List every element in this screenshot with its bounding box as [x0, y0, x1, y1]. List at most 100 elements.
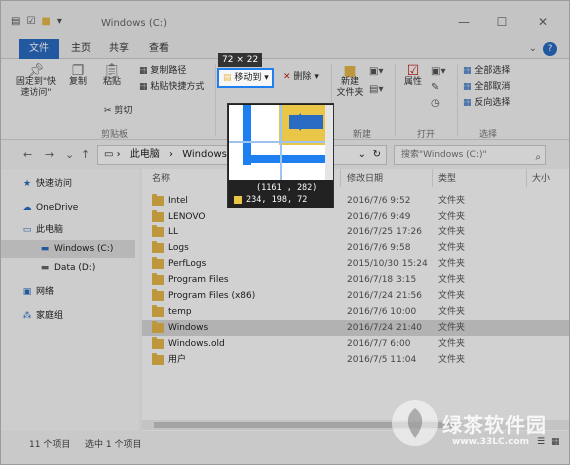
table-row[interactable]: Program Files 2016/7/18 3:15 文件夹: [142, 272, 569, 288]
help-icon[interactable]: ?: [543, 42, 557, 56]
move-to-button[interactable]: ▤ 移动到 ▾: [217, 68, 274, 88]
nav-quick-access[interactable]: ★ 快速访问: [21, 175, 72, 193]
column-header-type[interactable]: 类型: [438, 171, 456, 184]
minimize-button[interactable]: —: [449, 15, 479, 29]
table-row[interactable]: temp 2016/7/6 10:00 文件夹: [142, 304, 569, 320]
file-date: 2016/7/18 3:15: [347, 275, 417, 285]
table-row[interactable]: Windows 2016/7/24 21:40 文件夹: [142, 320, 569, 336]
invert-selection-button[interactable]: ▦ 反向选择: [463, 98, 510, 109]
recent-chevron-icon[interactable]: ⌄: [65, 148, 74, 161]
folder-icon: [152, 353, 164, 365]
file-type: 文件夹: [438, 339, 466, 349]
new-folder-button[interactable]: ■ 新建 文件夹: [335, 64, 365, 99]
nav-homegroup[interactable]: ⁂ 家庭组: [21, 307, 64, 325]
refresh-icon[interactable]: ↻: [373, 146, 381, 164]
folder-icon: [152, 321, 164, 333]
cut-button[interactable]: ✂ 剪切: [104, 106, 132, 117]
forward-arrow-icon[interactable]: →: [45, 148, 54, 161]
column-header-size[interactable]: 大小: [532, 171, 550, 184]
select-none-button[interactable]: ▦ 全部取消: [463, 82, 510, 93]
app-icon: ▤: [11, 16, 21, 27]
checkbox-icon[interactable]: ☑: [26, 16, 35, 27]
open-icon[interactable]: ▣▾: [431, 66, 445, 77]
folder-icon[interactable]: ■: [41, 16, 50, 27]
details-view-icon[interactable]: ☰: [537, 437, 545, 447]
column-separator[interactable]: [340, 169, 341, 187]
file-date: 2015/10/30 15:24: [347, 259, 428, 269]
nav-network[interactable]: ▣ 网络: [21, 283, 54, 301]
table-row[interactable]: LL 2016/7/25 17:26 文件夹: [142, 224, 569, 240]
up-arrow-icon[interactable]: ↑: [81, 148, 90, 161]
table-row[interactable]: Logs 2016/7/6 9:58 文件夹: [142, 240, 569, 256]
new-folder-label: 新建 文件夹: [336, 77, 364, 98]
tab-home[interactable]: 主页: [65, 39, 97, 59]
tab-view[interactable]: 查看: [143, 39, 175, 59]
network-icon: ▣: [22, 287, 32, 297]
chevron-down-icon: ▾: [264, 73, 269, 83]
nav-onedrive[interactable]: ☁ OneDrive: [21, 199, 79, 217]
table-row[interactable]: PerfLogs 2015/10/30 15:24 文件夹: [142, 256, 569, 272]
large-icons-view-icon[interactable]: ▦: [551, 437, 560, 447]
search-input[interactable]: 搜索"Windows (C:)" ⌕: [394, 145, 546, 165]
column-header-date[interactable]: 修改日期: [347, 171, 383, 184]
nav-data-d[interactable]: ▬ Data (D:): [39, 259, 96, 277]
tab-file[interactable]: 文件: [19, 39, 59, 59]
properties-label: 属性: [403, 77, 422, 87]
new-item-icon[interactable]: ▣▾: [369, 66, 383, 77]
computer-icon: ▭: [22, 225, 32, 235]
search-placeholder: 搜索"Windows (C:)": [401, 150, 487, 160]
select-all-button[interactable]: ▦ 全部选择: [463, 66, 510, 77]
file-list: 名称 修改日期 类型 大小 Intel 2016/7/6 9:52 文件夹 LENO…: [142, 169, 569, 431]
file-name: Program Files (x86): [168, 291, 256, 301]
nav-windows-c[interactable]: ▬ Windows (C:): [1, 240, 135, 258]
easy-access-icon[interactable]: ▤▾: [369, 84, 383, 95]
history-icon[interactable]: ◷: [431, 98, 440, 109]
paste-shortcut-label: 粘贴快捷方式: [150, 82, 205, 92]
file-type: 文件夹: [438, 291, 466, 301]
edit-icon[interactable]: ✎: [431, 82, 439, 93]
file-name: temp: [168, 307, 192, 317]
nav-label: 快速访问: [36, 179, 73, 189]
file-date: 2016/7/6 9:49: [347, 212, 411, 222]
file-date: 2016/7/6 9:52: [347, 196, 411, 206]
file-name: Intel: [168, 196, 188, 206]
divider: [215, 64, 216, 136]
column-header-name[interactable]: 名称: [152, 171, 170, 184]
properties-button[interactable]: ☑ 属性: [399, 64, 427, 88]
quick-access-toolbar: ▤ ☑ ■ ▾: [11, 16, 62, 27]
tab-share[interactable]: 共享: [103, 39, 135, 59]
table-row[interactable]: 用户 2016/7/5 11:04 文件夹: [142, 352, 569, 368]
pin-quick-access-button[interactable]: 📌︎ 固定到"快 速访问": [15, 64, 57, 99]
table-row[interactable]: Intel 2016/7/6 9:52 文件夹: [142, 193, 569, 209]
close-button[interactable]: ✕: [528, 15, 558, 29]
nav-label: OneDrive: [36, 203, 79, 213]
back-arrow-icon[interactable]: ←: [23, 148, 32, 161]
column-separator[interactable]: [526, 169, 527, 187]
scissors-icon: ✂: [104, 106, 112, 116]
select-none-icon: ▦: [463, 82, 472, 92]
file-name: 用户: [168, 355, 187, 365]
breadcrumb-this-pc[interactable]: 此电脑: [130, 149, 160, 160]
paste-button[interactable]: 📋︎ 粘贴: [99, 64, 125, 88]
search-icon[interactable]: ⌕: [535, 149, 541, 167]
delete-button[interactable]: ✕ 删除 ▾: [283, 72, 319, 83]
table-row[interactable]: LENOVO 2016/7/6 9:49 文件夹: [142, 209, 569, 225]
copy-path-button[interactable]: ▦ 复制路径: [139, 66, 186, 77]
maximize-button[interactable]: ☐: [487, 15, 517, 29]
file-type: 文件夹: [438, 227, 466, 237]
column-separator[interactable]: [432, 169, 433, 187]
nav-this-pc[interactable]: ▭ 此电脑: [21, 221, 63, 239]
delete-label: 删除: [293, 72, 312, 82]
title-bar: ▤ ☑ ■ ▾ Windows (C:) — ☐ ✕: [1, 1, 569, 39]
address-dropdown-icon[interactable]: ⌄: [358, 146, 366, 164]
select-all-icon: ▦: [463, 66, 472, 76]
file-date: 2016/7/25 17:26: [347, 227, 422, 237]
paste-shortcut-button[interactable]: ▦ 粘贴快捷方式: [139, 82, 204, 93]
dropdown-icon[interactable]: ▾: [57, 16, 62, 27]
pin-label: 固定到"快 速访问": [15, 77, 57, 98]
table-row[interactable]: Program Files (x86) 2016/7/24 21:56 文件夹: [142, 288, 569, 304]
copy-button[interactable]: ❐ 复制: [65, 64, 91, 88]
shortcut-icon: ▦: [139, 82, 148, 92]
table-row[interactable]: Windows.old 2016/7/7 6:00 文件夹: [142, 336, 569, 352]
chevron-down-icon[interactable]: ⌄: [529, 43, 537, 54]
